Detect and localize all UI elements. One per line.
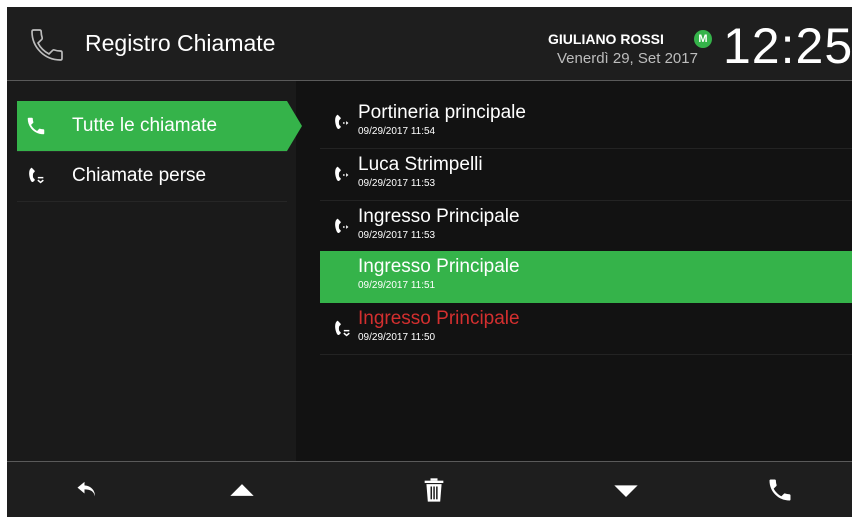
sidebar-item-label: Chiamate perse xyxy=(72,165,207,186)
trash-icon[interactable] xyxy=(419,476,449,504)
caller-name: Ingresso Principale xyxy=(358,308,520,329)
missed-call-icon xyxy=(335,320,350,337)
footer-toolbar xyxy=(7,461,852,517)
sidebar: Tutte le chiamate Chiamate perse xyxy=(7,81,302,461)
sidebar-item-all-calls[interactable]: Tutte le chiamate xyxy=(17,101,302,152)
user-name: GIULIANO ROSSI xyxy=(548,31,664,47)
sidebar-item-label: Tutte le chiamate xyxy=(72,115,218,136)
clock: 12:25 xyxy=(723,18,852,74)
call-timestamp: 09/29/2017 11:50 xyxy=(358,332,436,343)
page-title: Registro Chiamate xyxy=(85,30,276,56)
call-row-selected[interactable]: Ingresso Principale 09/29/2017 11:51 xyxy=(320,251,852,303)
outgoing-call-icon xyxy=(335,218,349,234)
call-row-missed[interactable]: Ingresso Principale 09/29/2017 11:50 xyxy=(320,303,852,355)
outgoing-call-icon xyxy=(335,166,349,182)
outgoing-call-icon xyxy=(335,114,349,130)
screen: Registro Chiamate GIULIANO ROSSI M Vener… xyxy=(7,7,852,517)
caller-name: Portineria principale xyxy=(358,102,526,123)
call-timestamp: 09/29/2017 11:53 xyxy=(358,230,436,241)
phone-icon xyxy=(27,117,45,135)
call-icon[interactable] xyxy=(765,476,795,504)
down-arrow-icon[interactable] xyxy=(611,476,641,504)
missed-call-icon xyxy=(29,167,44,184)
user-badge: M xyxy=(694,30,712,48)
call-timestamp: 09/29/2017 11:53 xyxy=(358,178,436,189)
call-row[interactable]: Ingresso Principale 09/29/2017 11:53 xyxy=(320,201,852,253)
caller-name: Ingresso Principale xyxy=(358,256,520,277)
selection-arrow xyxy=(287,101,302,151)
current-date: Venerdì 29, Set 2017 xyxy=(557,50,698,67)
call-row[interactable]: Luca Strimpelli 09/29/2017 11:53 xyxy=(320,149,852,201)
caller-name: Ingresso Principale xyxy=(358,206,520,227)
caller-name: Luca Strimpelli xyxy=(358,154,483,175)
back-icon[interactable] xyxy=(73,476,103,504)
up-arrow-icon[interactable] xyxy=(227,476,257,504)
sidebar-item-missed-calls[interactable]: Chiamate perse xyxy=(17,151,287,202)
call-timestamp: 09/29/2017 11:51 xyxy=(358,280,436,291)
call-timestamp: 09/29/2017 11:54 xyxy=(358,126,436,137)
phone-outline-icon xyxy=(31,29,63,61)
call-row[interactable]: Portineria principale 09/29/2017 11:54 xyxy=(320,97,852,149)
header-bar: Registro Chiamate GIULIANO ROSSI M Vener… xyxy=(7,7,852,81)
